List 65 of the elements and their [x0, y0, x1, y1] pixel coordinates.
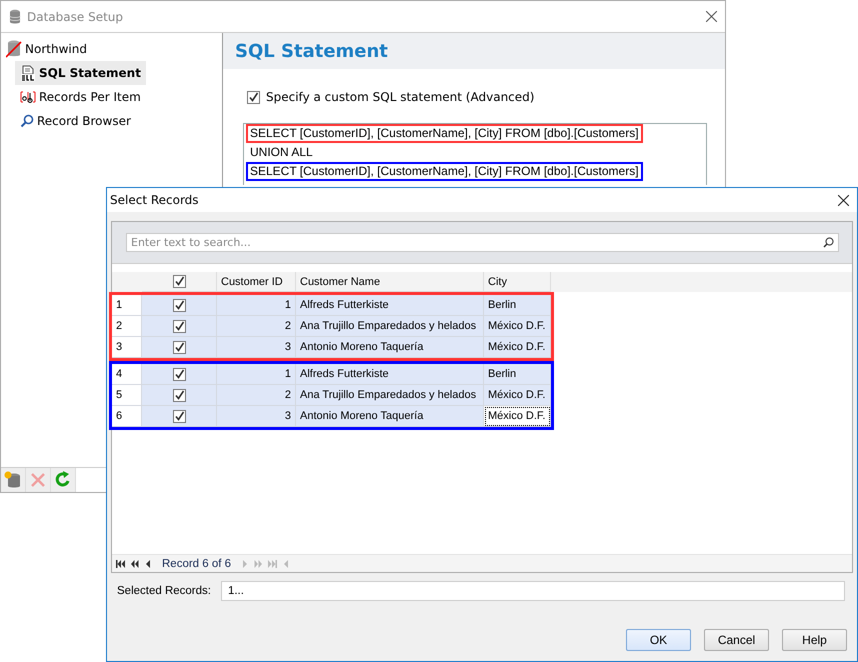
window-title: Database Setup: [27, 10, 123, 24]
table-cell: Alfreds Futterkiste: [296, 364, 484, 385]
table-cell: 1: [217, 364, 296, 385]
add-database-icon[interactable]: [1, 468, 26, 492]
tree-item[interactable]: Northwind: [1, 37, 92, 61]
tree-item[interactable]: SQL Statement: [15, 61, 146, 85]
table-cell: Ana Trujillo Emparedados y helados: [296, 385, 484, 406]
navigation-arrow-icon[interactable]: [144, 560, 153, 568]
row-number: 3: [112, 337, 142, 358]
section-heading: SQL Statement: [223, 33, 725, 69]
bracket-letters-icon: [20, 91, 36, 103]
table-cell: México D.F.: [484, 406, 551, 427]
table-cell: México D.F.: [484, 385, 551, 406]
sql-line: UNION ALL: [249, 144, 314, 161]
checkbox[interactable]: [172, 388, 186, 402]
sql-document-icon: [20, 65, 36, 81]
row-number: 1: [112, 295, 142, 316]
record-counter: Record 6 of 6: [161, 558, 232, 570]
checkbox[interactable]: [247, 90, 260, 104]
tree-item[interactable]: Record Browser: [15, 109, 136, 133]
window-title: Select Records: [110, 193, 199, 207]
database-icon: [9, 8, 21, 24]
close-icon[interactable]: [706, 11, 717, 22]
table-cell: 2: [217, 316, 296, 337]
table-cell: México D.F.: [484, 337, 551, 358]
row-number: 2: [112, 316, 142, 337]
navigation-arrow-icon[interactable]: [130, 560, 139, 568]
row-number: 6: [112, 406, 142, 427]
checkbox[interactable]: [172, 368, 186, 380]
column-header[interactable]: Customer ID: [217, 272, 296, 292]
checkbox-label[interactable]: Specify a custom SQL statement (Advanced): [266, 90, 534, 104]
table-cell: Antonio Moreno Taquería: [296, 337, 484, 358]
field-label: Selected Records:: [117, 585, 211, 597]
tree-item[interactable]: Records Per Item: [15, 85, 146, 109]
dialog-button[interactable]: Cancel: [704, 629, 769, 651]
refresh-icon[interactable]: [51, 468, 76, 492]
table-cell: 2: [217, 385, 296, 406]
table-cell: Alfreds Futterkiste: [296, 295, 484, 316]
search-icon: [20, 114, 34, 128]
column-header[interactable]: Customer Name: [296, 272, 484, 292]
table-cell: 1: [217, 295, 296, 316]
table-cell: Ana Trujillo Emparedados y helados: [296, 316, 484, 337]
row-number: 5: [112, 385, 142, 406]
table-cell: Berlin: [484, 295, 551, 316]
table-cell: 3: [217, 406, 296, 427]
table-cell: Antonio Moreno Taquería: [296, 406, 484, 427]
search-field[interactable]: Enter text to search...: [126, 233, 839, 252]
table-cell: 3: [217, 337, 296, 358]
search-icon[interactable]: [823, 237, 834, 248]
sql-text-area[interactable]: SELECT [CustomerID], [CustomerName], [City] FROM [dbo].[Customers] UNION ALL SELECT [CustomerID], [CustomerName], [City] FROM [dbo].[Customers]: [243, 123, 707, 185]
table-cell: México D.F.: [484, 316, 551, 337]
table-cell: Berlin: [484, 364, 551, 385]
checkbox[interactable]: [172, 410, 186, 422]
dialog-button[interactable]: Help: [782, 629, 847, 651]
selected-records-field[interactable]: 1...: [220, 581, 845, 601]
column-header[interactable]: City: [484, 272, 551, 292]
checkbox[interactable]: [172, 298, 186, 312]
select-all-checkbox[interactable]: [172, 275, 186, 288]
checkbox[interactable]: [172, 320, 186, 332]
database-disconnected-icon: [6, 40, 22, 58]
close-icon[interactable]: [838, 194, 849, 206]
dialog-button[interactable]: OK: [626, 629, 691, 651]
row-number: 4: [112, 364, 142, 385]
navigation-arrow-icon[interactable]: [116, 560, 125, 568]
checkbox[interactable]: [172, 340, 186, 354]
